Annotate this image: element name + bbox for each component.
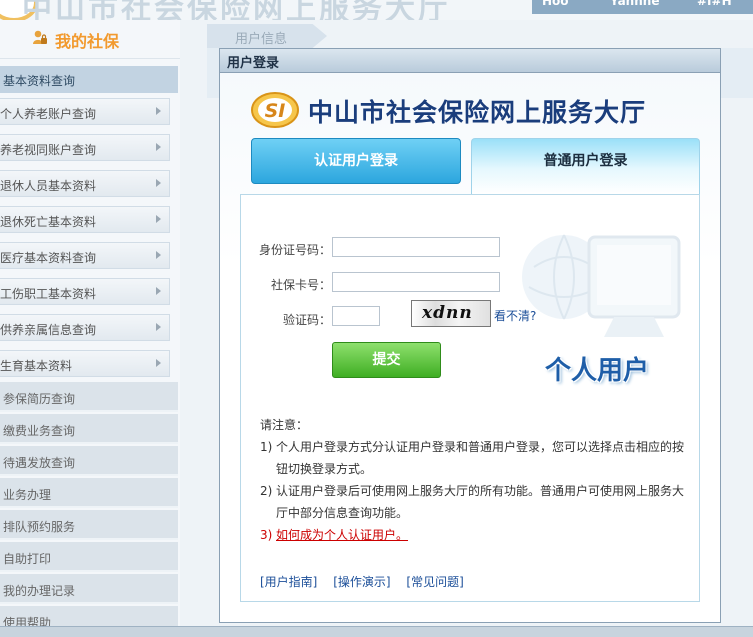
sidebar-item-medical-info[interactable]: 医疗基本资料查询 <box>0 242 170 269</box>
top-nav: Hoo Yahnne #I#H <box>532 0 753 14</box>
user-guide-link[interactable]: [用户指南] <box>260 575 317 589</box>
id-number-input[interactable] <box>332 237 500 257</box>
note-number: 3) <box>260 528 273 542</box>
captcha-input[interactable] <box>332 306 380 326</box>
chevron-right-icon <box>156 143 161 151</box>
svg-text:SI: SI <box>265 100 286 122</box>
tab-normal-login[interactable]: 普通用户登录 <box>471 138 700 194</box>
monitor-globe-icon <box>522 234 681 337</box>
si-logo-icon: SI <box>251 92 299 128</box>
sidebar-item-queue-booking[interactable]: 排队预约服务 <box>0 510 178 540</box>
note-number: 1) <box>260 440 273 454</box>
social-card-input[interactable] <box>332 272 500 292</box>
sidebar-item-deemed-pension[interactable]: 养老视同账户查询 <box>0 134 170 161</box>
login-dialog: 用户登录 SI 中山市社会保险网上服务大厅 认证用户登录 普通用户登录 身份证号… <box>219 48 721 623</box>
certified-user-link[interactable]: 如何成为个人认证用户。 <box>276 528 408 542</box>
tab-user-info[interactable]: 用户信息 <box>207 24 327 48</box>
demo-link[interactable]: [操作演示] <box>333 575 390 589</box>
notes-heading: 请注意： <box>260 418 309 432</box>
note-text: 个人用户登录方式分认证用户登录和普通用户登录，您可以选择点击相应的按钮切换登录方… <box>276 440 685 476</box>
sidebar-item-label: 医疗基本资料查询 <box>0 251 97 265</box>
user-lock-icon <box>33 30 47 44</box>
captcha-refresh-link[interactable]: 看不清? <box>494 307 536 324</box>
sidebar-item-benefit-query[interactable]: 待遇发放查询 <box>0 446 178 476</box>
captcha-image[interactable]: xdnn <box>411 300 491 327</box>
sidebar-item-help[interactable]: 使用帮助 <box>0 606 178 626</box>
sidebar-item-label: 养老视同账户查询 <box>0 143 97 157</box>
id-number-label: 身份证号码： <box>258 243 331 257</box>
sidebar-header: 我的社保 <box>0 20 180 59</box>
chevron-right-icon <box>156 251 161 259</box>
tab-certified-login-label: 认证用户登录 <box>314 153 398 169</box>
note-number: 2) <box>260 484 273 498</box>
personal-user-caption: 个人用户 <box>545 356 650 386</box>
sidebar-item-label: 自助打印 <box>3 552 52 566</box>
captcha-label: 验证码： <box>282 313 331 327</box>
tab-user-info-label: 用户信息 <box>235 32 288 47</box>
sidebar-item-label: 生育基本资料 <box>0 359 73 373</box>
sidebar-item-label: 参保简历查询 <box>3 392 76 406</box>
top-banner-title: 中山市社会保险网上服务大厅 <box>22 0 451 20</box>
tab-certified-login[interactable]: 认证用户登录 <box>251 138 461 184</box>
chevron-right-icon <box>156 287 161 295</box>
chevron-right-icon <box>156 179 161 187</box>
sidebar-title: 我的社保 <box>55 32 120 51</box>
sidebar-item-label: 业务办理 <box>3 488 52 502</box>
sidebar: 我的社保 基本资料查询 个人养老账户查询 养老视同账户查询 退休人员基本资料 退… <box>0 20 180 626</box>
note-text: 认证用户登录后可使用网上服务大厅的所有功能。普通用户可使用网上服务大厅中部分信息… <box>276 484 685 520</box>
sidebar-item-label: 退休人员基本资料 <box>0 179 97 193</box>
sidebar-item-business[interactable]: 业务办理 <box>0 478 178 508</box>
sidebar-item-retiree-death[interactable]: 退休死亡基本资料 <box>0 206 170 233</box>
note-item: 2) 认证用户登录后可使用网上服务大厅的所有功能。普通用户可使用网上服务大厅中部分… <box>260 480 685 524</box>
chevron-right-icon <box>156 359 161 367</box>
sidebar-item-label: 我的办理记录 <box>3 584 76 598</box>
sidebar-item-payment-query[interactable]: 缴费业务查询 <box>0 414 178 444</box>
chevron-right-icon <box>156 323 161 331</box>
note-item: 3) 如何成为个人认证用户。 <box>260 524 685 546</box>
social-card-label: 社保卡号： <box>270 278 331 292</box>
bottom-status-bar <box>0 626 753 637</box>
sidebar-item-maternity[interactable]: 生育基本资料 <box>0 350 170 377</box>
submit-button[interactable]: 提交 <box>332 342 441 378</box>
top-banner: 中山市社会保险网上服务大厅 Hoo Yahnne #I#H <box>0 0 753 20</box>
sidebar-item-dependents[interactable]: 供养亲属信息查询 <box>0 314 170 341</box>
sidebar-item-label: 待遇发放查询 <box>3 456 76 470</box>
dialog-title: 用户登录 <box>227 56 280 71</box>
sidebar-item-self-print[interactable]: 自助打印 <box>0 542 178 572</box>
tab-normal-login-label: 普通用户登录 <box>543 153 628 169</box>
sidebar-item-label: 退休死亡基本资料 <box>0 215 97 229</box>
sidebar-item-label: 排队预约服务 <box>3 520 76 534</box>
note-item: 1) 个人用户登录方式分认证用户登录和普通用户登录，您可以选择点击相应的按钮切换登… <box>260 436 685 480</box>
footer-links: [用户指南] [操作演示] [常见问题] <box>260 573 476 590</box>
login-panel: 身份证号码： 社保卡号： 验证码： xdnn 看不清? 提交 个人用户 请注意：… <box>240 194 700 602</box>
dialog-titlebar[interactable]: 用户登录 <box>220 49 720 73</box>
captcha-text: xdnn <box>422 303 473 323</box>
sidebar-item-label: 工伤职工基本资料 <box>0 287 97 301</box>
faq-link[interactable]: [常见问题] <box>406 575 463 589</box>
top-nav-item[interactable]: #I#H <box>697 0 732 8</box>
sidebar-item-label: 使用帮助 <box>3 616 52 626</box>
sidebar-item-retiree-info[interactable]: 退休人员基本资料 <box>0 170 170 197</box>
sidebar-item-injury-info[interactable]: 工伤职工基本资料 <box>0 278 170 305</box>
top-nav-item[interactable]: Yahnne <box>610 0 659 8</box>
sidebar-item-pension-account[interactable]: 个人养老账户查询 <box>0 98 170 125</box>
brand-header: SI 中山市社会保险网上服务大厅 <box>250 91 690 131</box>
sidebar-item-my-records[interactable]: 我的办理记录 <box>0 574 178 604</box>
chevron-right-icon <box>156 107 161 115</box>
sidebar-item-label: 缴费业务查询 <box>3 424 76 438</box>
brand-title: 中山市社会保险网上服务大厅 <box>308 98 647 127</box>
login-notes: 请注意： 1) 个人用户登录方式分认证用户登录和普通用户登录，您可以选择点击相应的… <box>260 414 685 546</box>
top-nav-item[interactable]: Hoo <box>542 0 569 8</box>
sidebar-section-basic-info[interactable]: 基本资料查询 <box>0 66 178 93</box>
chevron-right-icon <box>156 215 161 223</box>
sidebar-item-label: 个人养老账户查询 <box>0 107 97 121</box>
sidebar-item-label: 供养亲属信息查询 <box>0 323 97 337</box>
sidebar-item-insurance-history[interactable]: 参保简历查询 <box>0 382 178 412</box>
sidebar-section-label: 基本资料查询 <box>3 74 76 88</box>
